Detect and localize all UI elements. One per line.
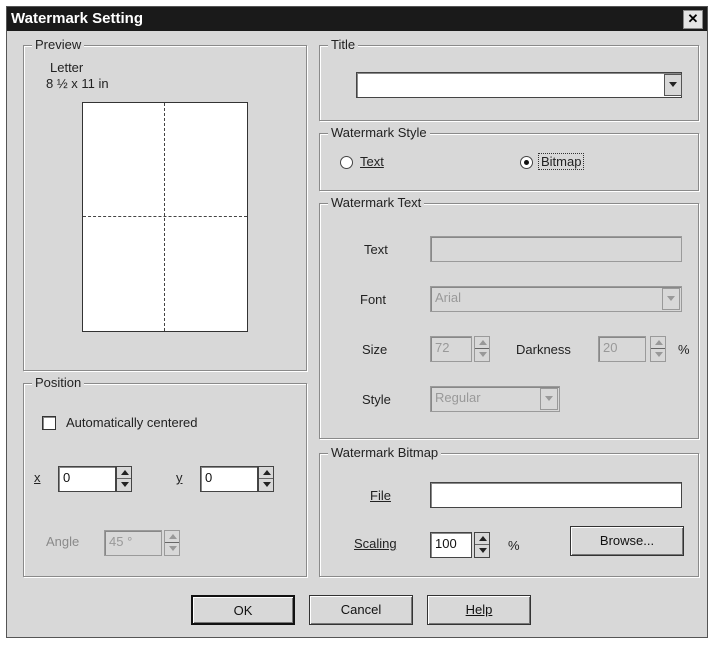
preview-vertical-guide [164,103,165,331]
darkness-spin-down[interactable] [651,349,665,361]
scaling-unit: % [508,538,520,553]
watermark-style-label: Watermark Style [328,125,430,140]
help-button[interactable]: Help [427,595,531,625]
watermark-style-group: Watermark Style Text Bitmap [319,125,699,191]
window-title: Watermark Setting [11,10,143,27]
chevron-down-icon [545,396,553,401]
size-spin-up[interactable] [475,337,489,349]
page-preview [82,102,248,332]
x-spinner[interactable] [116,466,132,492]
watermark-text-label: Watermark Text [328,195,425,210]
y-spin-down[interactable] [259,479,273,491]
spin-up-icon [655,340,663,345]
font-label: Font [360,292,387,307]
x-label: x [34,470,41,485]
spin-up-icon [263,470,271,475]
file-input[interactable] [430,482,682,508]
position-group-label: Position [32,375,85,390]
angle-spinner[interactable] [164,530,180,556]
paper-size: 8 ½ x 11 in [46,76,109,91]
spin-down-icon [479,548,487,553]
darkness-unit: % [678,342,690,357]
browse-button[interactable]: Browse... [570,526,684,556]
scaling-spinner[interactable] [474,532,490,558]
style-dropdown-button[interactable] [540,388,558,410]
font-dropdown-button[interactable] [662,288,680,310]
y-label: y [176,470,183,485]
spin-up-icon [121,470,129,475]
y-input[interactable]: 0 [200,466,258,492]
scaling-label: Scaling [354,536,397,551]
style-bitmap-label[interactable]: Bitmap [538,153,585,170]
style-label: Style [362,392,391,407]
chevron-down-icon [667,296,675,301]
scaling-input[interactable]: 100 [430,532,472,558]
font-combobox[interactable]: Arial [430,286,682,312]
preview-group-label: Preview [32,37,85,52]
x-spin-up[interactable] [117,467,131,479]
angle-spin-up[interactable] [165,531,179,543]
angle-label: Angle [46,534,80,549]
style-bitmap-radio[interactable] [520,156,533,169]
watermark-setting-dialog: Watermark Setting ✕ Preview Letter 8 ½ x… [6,6,708,638]
size-label: Size [362,342,388,357]
radio-selected-dot [524,160,529,165]
chevron-down-icon [669,82,677,87]
spin-up-icon [479,536,487,541]
x-spin-down[interactable] [117,479,131,491]
preview-horizontal-guide [83,216,247,217]
spin-up-icon [169,534,177,539]
close-icon[interactable]: ✕ [683,10,703,29]
style-text-radio[interactable] [340,156,353,169]
spin-up-icon [479,340,487,345]
darkness-input[interactable]: 20 [598,336,646,362]
auto-centered-label: Automatically centered [66,415,198,430]
size-input[interactable]: 72 [430,336,472,362]
spin-down-icon [263,482,271,487]
angle-input[interactable]: 45 ° [104,530,162,556]
position-group: Position Automatically centered x 0 y 0 … [23,375,307,577]
scaling-spin-down[interactable] [475,545,489,557]
x-input[interactable]: 0 [58,466,116,492]
style-text-label[interactable]: Text [360,154,384,169]
darkness-spinner[interactable] [650,336,666,362]
title-dropdown-button[interactable] [664,74,682,96]
size-spin-down[interactable] [475,349,489,361]
auto-centered-checkbox[interactable] [42,416,56,430]
file-label: File [370,488,391,503]
darkness-spin-up[interactable] [651,337,665,349]
angle-spin-down[interactable] [165,543,179,555]
watermark-text-input[interactable] [430,236,682,262]
y-spinner[interactable] [258,466,274,492]
preview-group: Preview Letter 8 ½ x 11 in [23,37,307,371]
cancel-button[interactable]: Cancel [309,595,413,625]
title-group: Title [319,37,699,121]
title-bar: Watermark Setting ✕ [7,7,707,31]
darkness-label: Darkness [516,342,571,357]
title-combobox[interactable] [356,72,682,98]
spin-down-icon [655,352,663,357]
spin-down-icon [121,482,129,487]
watermark-bitmap-group: Watermark Bitmap File Scaling 100 % Brow… [319,445,699,577]
watermark-text-group: Watermark Text Text Font Arial Size 72 D… [319,195,699,439]
title-group-label: Title [328,37,359,52]
size-spinner[interactable] [474,336,490,362]
scaling-spin-up[interactable] [475,533,489,545]
spin-down-icon [479,352,487,357]
y-spin-up[interactable] [259,467,273,479]
text-field-label: Text [364,242,388,257]
watermark-bitmap-label: Watermark Bitmap [328,445,442,460]
paper-name: Letter [50,60,84,75]
ok-button[interactable]: OK [191,595,295,625]
spin-down-icon [169,546,177,551]
